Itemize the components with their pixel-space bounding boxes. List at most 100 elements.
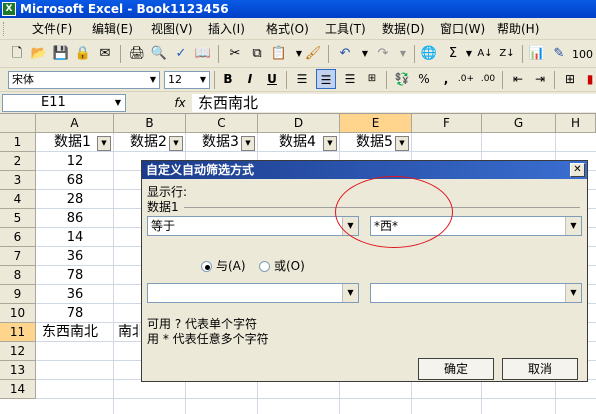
hyperlink-icon[interactable]: 🌐 xyxy=(420,45,438,63)
merge-center-icon[interactable]: ⊞ xyxy=(362,69,382,89)
drawing-icon[interactable]: ✎ xyxy=(550,45,568,63)
value-2-combo[interactable]: ▼ xyxy=(370,283,582,303)
bold-button[interactable]: B xyxy=(218,69,238,89)
menu-grip[interactable] xyxy=(3,22,6,36)
column-header-d[interactable]: D xyxy=(258,114,340,133)
menu-insert[interactable]: 插入(I) xyxy=(208,21,245,37)
row-header-14[interactable]: 14 xyxy=(0,380,36,399)
sort-ascending-icon[interactable]: A↓ xyxy=(476,45,494,63)
operator-2-select[interactable]: ▼ xyxy=(147,283,359,303)
cell-a1[interactable]: 数据1 xyxy=(54,133,91,152)
and-label[interactable]: 与(A) xyxy=(216,259,246,274)
comma-button[interactable]: , xyxy=(436,69,456,89)
name-box[interactable]: E11 ▼ xyxy=(2,94,126,112)
decrease-indent-icon[interactable]: ⇤ xyxy=(508,69,528,89)
cell-a4[interactable]: 28 xyxy=(36,190,114,209)
formula-input[interactable]: 东西南北 xyxy=(192,94,596,112)
filter-dropdown-b[interactable]: ▼ xyxy=(169,136,183,151)
and-radio[interactable] xyxy=(201,261,212,272)
menu-file[interactable]: 文件(F) xyxy=(32,21,72,37)
spelling-icon[interactable]: ✓ xyxy=(172,45,190,63)
print-icon[interactable]: 🖨 xyxy=(128,45,146,63)
font-size-combo[interactable]: 12 ▼ xyxy=(164,71,210,89)
print-preview-icon[interactable]: 🔍 xyxy=(150,45,168,63)
dialog-title[interactable]: 自定义自动筛选方式 xyxy=(142,161,587,179)
menu-tools[interactable]: 工具(T) xyxy=(325,21,366,37)
align-right-icon[interactable]: ☰ xyxy=(340,69,360,89)
cell-a2[interactable]: 12 xyxy=(36,152,114,171)
cell-b11[interactable]: 南北 xyxy=(118,323,140,342)
column-header-c[interactable]: C xyxy=(186,114,258,133)
column-header-e[interactable]: E xyxy=(340,114,412,133)
research-icon[interactable]: 📖 xyxy=(194,45,212,63)
row-header-9[interactable]: 9 xyxy=(0,285,36,304)
increase-decimal-icon[interactable]: .0+ xyxy=(456,69,476,89)
or-label[interactable]: 或(O) xyxy=(274,259,305,274)
row-header-7[interactable]: 7 xyxy=(0,247,36,266)
cell-a11[interactable]: 东西南北 xyxy=(42,323,98,342)
underline-button[interactable]: U xyxy=(262,69,282,89)
undo-icon[interactable]: ↶ xyxy=(336,45,354,63)
row-header-3[interactable]: 3 xyxy=(0,171,36,190)
ok-button[interactable]: 确定 xyxy=(418,358,494,380)
row-header-8[interactable]: 8 xyxy=(0,266,36,285)
row-header-11[interactable]: 11 xyxy=(0,323,36,342)
row-header-12[interactable]: 12 xyxy=(0,342,36,361)
currency-icon[interactable]: 💱 xyxy=(392,69,412,89)
chevron-down-icon[interactable]: ▼ xyxy=(342,284,358,302)
cell-c1[interactable]: 数据3 xyxy=(202,133,239,152)
cell-a10[interactable]: 78 xyxy=(36,304,114,323)
align-left-icon[interactable]: ☰ xyxy=(292,69,312,89)
italic-button[interactable]: I xyxy=(240,69,260,89)
row-header-1[interactable]: 1 xyxy=(0,133,36,152)
sort-descending-icon[interactable]: Z↓ xyxy=(498,45,516,63)
column-header-a[interactable]: A xyxy=(36,114,114,133)
excel-icon[interactable]: X xyxy=(2,2,16,16)
format-painter-icon[interactable]: 🖌 xyxy=(304,45,322,63)
menu-window[interactable]: 窗口(W) xyxy=(440,21,485,37)
copy-icon[interactable]: ⧉ xyxy=(248,45,266,63)
menu-data[interactable]: 数据(D) xyxy=(382,21,425,37)
row-header-5[interactable]: 5 xyxy=(0,209,36,228)
cell-a7[interactable]: 36 xyxy=(36,247,114,266)
cell-a8[interactable]: 78 xyxy=(36,266,114,285)
cell-a5[interactable]: 86 xyxy=(36,209,114,228)
cut-icon[interactable]: ✂ xyxy=(226,45,244,63)
filter-dropdown-e[interactable]: ▼ xyxy=(395,136,409,151)
filter-dropdown-a[interactable]: ▼ xyxy=(97,136,111,151)
column-header-g[interactable]: G xyxy=(482,114,556,133)
chevron-down-icon[interactable]: ▼ xyxy=(147,72,159,88)
email-icon[interactable]: ✉ xyxy=(96,45,114,63)
paste-icon[interactable]: 📋 xyxy=(270,45,288,63)
select-all-corner[interactable] xyxy=(0,114,36,133)
new-icon[interactable]: 🗋 xyxy=(8,45,26,63)
row-header-4[interactable]: 4 xyxy=(0,190,36,209)
chevron-down-icon[interactable]: ▼ xyxy=(197,72,209,88)
chevron-down-icon[interactable]: ▼ xyxy=(356,45,374,63)
row-header-13[interactable]: 13 xyxy=(0,361,36,380)
save-icon[interactable]: 💾 xyxy=(52,45,70,63)
row-header-6[interactable]: 6 xyxy=(0,228,36,247)
borders-icon[interactable]: ⊞ xyxy=(560,69,580,89)
row-header-2[interactable]: 2 xyxy=(0,152,36,171)
permission-icon[interactable]: 🔒 xyxy=(74,45,92,63)
zoom-box[interactable]: 100 xyxy=(572,47,596,63)
close-icon[interactable]: ✕ xyxy=(570,163,585,177)
redo-icon[interactable]: ↷ xyxy=(374,45,392,63)
column-header-b[interactable]: B xyxy=(114,114,186,133)
cell-a6[interactable]: 14 xyxy=(36,228,114,247)
align-center-icon[interactable]: ☰ xyxy=(316,69,336,89)
cell-d1[interactable]: 数据4 xyxy=(279,133,316,152)
fill-color-icon[interactable]: ▮ xyxy=(580,69,596,89)
chevron-down-icon[interactable]: ▼ xyxy=(394,45,412,63)
cell-b1[interactable]: 数据2 xyxy=(130,133,167,152)
chevron-down-icon[interactable]: ▼ xyxy=(565,284,581,302)
cancel-button[interactable]: 取消 xyxy=(502,358,578,380)
filter-dropdown-d[interactable]: ▼ xyxy=(323,136,337,151)
chevron-down-icon[interactable]: ▼ xyxy=(565,217,581,235)
menu-format[interactable]: 格式(O) xyxy=(266,21,309,37)
row-header-10[interactable]: 10 xyxy=(0,304,36,323)
insert-function-icon[interactable]: fx xyxy=(170,94,190,112)
column-header-f[interactable]: F xyxy=(412,114,482,133)
open-icon[interactable]: 📂 xyxy=(30,45,48,63)
